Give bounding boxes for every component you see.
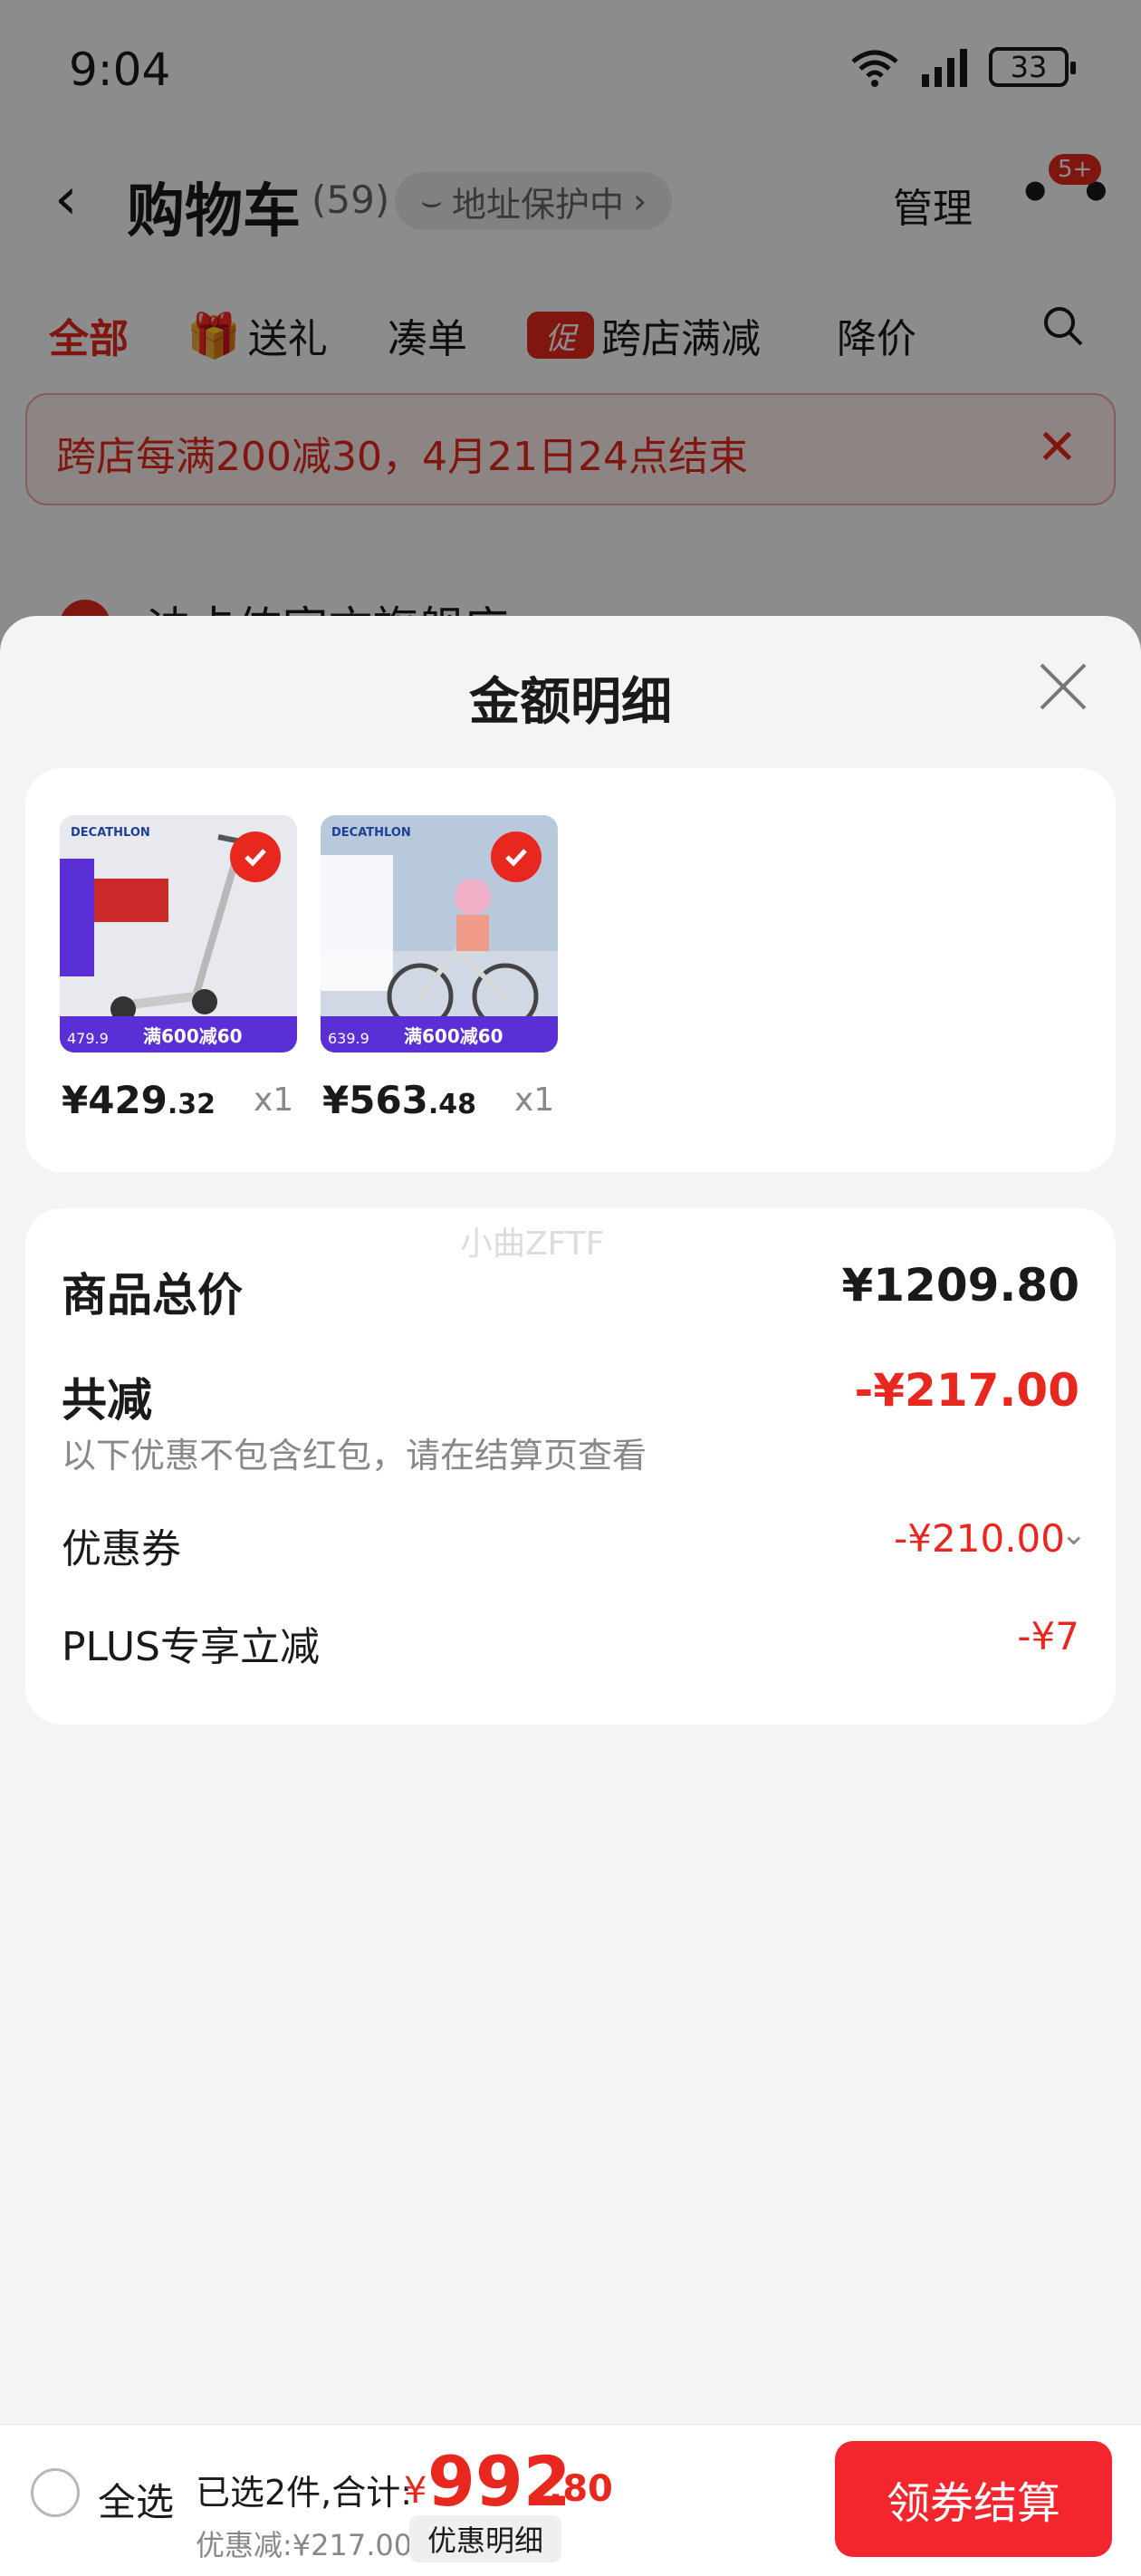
- item-price-decimal: .48: [427, 1089, 477, 1120]
- original-price: 639.9: [328, 1030, 369, 1047]
- product-item[interactable]: DECATHLON 满600减60 479.9 ¥429.32 x1: [60, 815, 322, 1122]
- select-all-label[interactable]: 全选: [98, 2472, 174, 2527]
- plus-discount-label: PLUS专享立减: [62, 1624, 320, 1670]
- checked-icon[interactable]: [230, 831, 281, 882]
- discount-amount-label: 优惠减:¥217.00: [196, 2528, 413, 2562]
- checkout-bar: 全选 已选2件,合计: ¥ 992 .80 优惠减:¥217.00 优惠明细 领…: [0, 2424, 1141, 2576]
- checkout-button[interactable]: 领券结算: [835, 2441, 1112, 2557]
- item-price: ¥563.48: [322, 1078, 476, 1122]
- item-price-integer: ¥563: [322, 1078, 428, 1122]
- item-price-decimal: .32: [167, 1089, 216, 1120]
- amount-detail-sheet: 金额明细 DECATHLON 满600减60 479.9 ¥429.32 x1 …: [0, 616, 1141, 2576]
- reduction-note: 以下优惠不包含红包，请在结算页查看: [62, 1436, 647, 1475]
- select-all-checkbox[interactable]: [31, 2468, 80, 2517]
- coupon-label: 优惠券: [62, 1526, 181, 1572]
- close-icon[interactable]: [1036, 659, 1090, 714]
- item-price-integer: ¥429: [62, 1078, 168, 1122]
- checked-icon[interactable]: [491, 831, 542, 882]
- selected-count-label: 已选2件,合计:: [196, 2473, 413, 2513]
- total-price-label: 商品总价: [62, 1269, 243, 1322]
- product-thumbnail: DECATHLON 满600减60 479.9: [60, 815, 297, 1053]
- coupon-value[interactable]: -¥210.00: [894, 1516, 1065, 1561]
- sheet-title: 金额明细: [469, 673, 672, 732]
- items-card: DECATHLON 满600减60 479.9 ¥429.32 x1 DECAT…: [25, 768, 1116, 1172]
- plus-discount-value: -¥7: [1017, 1614, 1079, 1658]
- original-price: 479.9: [67, 1030, 109, 1047]
- item-quantity: x1: [254, 1081, 294, 1119]
- total-reduction-label: 共减: [62, 1374, 152, 1427]
- product-thumbnail: DECATHLON 满600减60 639.9: [321, 815, 558, 1053]
- price-summary-card: 小曲ZFTF 商品总价 ¥1209.80 共减 -¥217.00 以下优惠不包含…: [25, 1208, 1116, 1725]
- brand-label: DECATHLON: [331, 826, 411, 840]
- brand-label: DECATHLON: [71, 826, 150, 840]
- total-currency: ¥: [404, 2470, 427, 2512]
- discount-detail-button[interactable]: 优惠明细: [409, 2515, 562, 2562]
- total-price-value: ¥1209.80: [841, 1259, 1079, 1312]
- chevron-down-icon[interactable]: ⌄: [1061, 1516, 1088, 1552]
- watermark: 小曲ZFTF: [460, 1226, 605, 1263]
- total-reduction-value: -¥217.00: [854, 1364, 1080, 1417]
- item-price: ¥429.32: [62, 1078, 216, 1122]
- total-amount-decimal: .80: [549, 2468, 613, 2510]
- item-quantity: x1: [514, 1081, 555, 1119]
- product-item[interactable]: DECATHLON 满600减60 639.9 ¥563.48 x1: [321, 815, 583, 1122]
